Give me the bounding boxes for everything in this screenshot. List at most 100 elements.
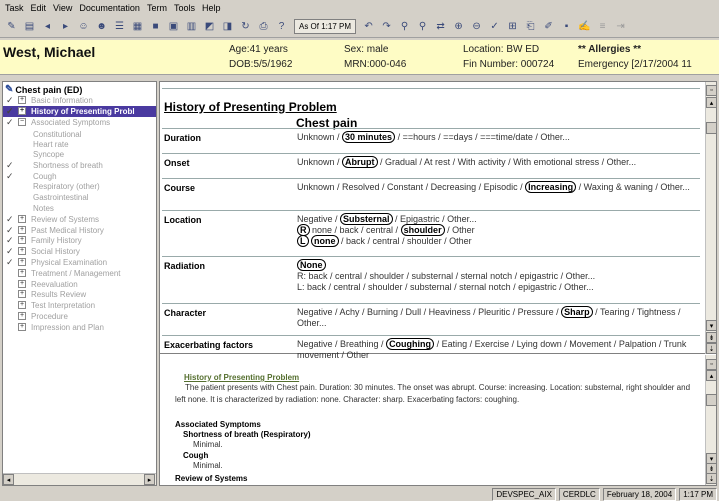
form-row-label: Character [164, 308, 207, 318]
tree-item[interactable]: + Results Review [3, 289, 156, 300]
patient-age: Age:41 years [229, 44, 288, 55]
scroll-right-icon[interactable]: ▸ [144, 474, 155, 485]
menu-edit[interactable]: Edit [28, 3, 51, 13]
form-row-options[interactable]: Unknown / 30 minutes / ==hours / ==days … [297, 131, 695, 143]
print-icon[interactable]: ⎙ [256, 19, 271, 34]
expand-icon[interactable]: + [18, 312, 26, 320]
grid-icon[interactable]: ▦ [130, 19, 145, 34]
zoom-out-icon[interactable]: ⊖ [469, 19, 484, 34]
form-row-options[interactable]: Negative / Achy / Burning / Dull / Heavi… [297, 306, 695, 329]
redo-icon[interactable]: ↷ [379, 19, 394, 34]
preview-page-end-icon[interactable]: ⇣ [706, 473, 716, 484]
person-search-icon[interactable]: ☻ [94, 19, 109, 34]
document-icon[interactable]: ▣ [166, 19, 181, 34]
find-next-icon[interactable]: ⚲ [415, 19, 430, 34]
scroll-left-icon[interactable]: ◂ [3, 474, 14, 485]
form-scroll-down-icon[interactable]: ▾ [706, 320, 716, 331]
find-icon[interactable]: ⚲ [397, 19, 412, 34]
tree-item[interactable]: Respiratory (other) [3, 181, 156, 192]
tree-item[interactable]: + Treatment / Management [3, 268, 156, 279]
expand-icon[interactable]: + [18, 290, 26, 298]
tree-root[interactable]: ✎ Chest pain (ED) [5, 84, 82, 95]
form-scroll-up-icon[interactable]: ▴ [706, 97, 716, 108]
preview-heading[interactable]: History of Presenting Problem [184, 373, 299, 382]
expand-icon[interactable]: + [18, 236, 26, 244]
expand-icon[interactable]: + [18, 258, 26, 266]
tree-item[interactable]: ✓ − Associated Symptoms [3, 117, 156, 128]
form-row-options[interactable]: Unknown / Abrupt / Gradual / At rest / W… [297, 156, 695, 168]
menu-term[interactable]: Term [144, 3, 171, 13]
menu-task[interactable]: Task [2, 3, 28, 13]
preview-options-icon[interactable]: ▫ [706, 359, 716, 370]
back-icon[interactable]: ◂ [40, 19, 55, 34]
help-icon[interactable]: ? [274, 19, 289, 34]
allergies-link[interactable]: ** Allergies ** [578, 44, 641, 55]
form-page-down-icon[interactable]: ⇟ [706, 332, 716, 343]
form-row-options[interactable]: Negative / Substernal / Epigastric / Oth… [297, 213, 695, 247]
menu-help[interactable]: Help [199, 3, 225, 13]
expand-icon[interactable]: + [18, 301, 26, 309]
calendar-icon[interactable]: ▥ [184, 19, 199, 34]
replace-icon[interactable]: ⇄ [433, 19, 448, 34]
menu-tools[interactable]: Tools [171, 3, 199, 13]
spell-check-icon[interactable]: ✓ [487, 19, 502, 34]
form-options-icon[interactable]: ▫ [706, 85, 716, 96]
check-icon: ✓ [6, 95, 14, 105]
numbering-icon[interactable]: ≡ [595, 19, 610, 34]
collapse-icon[interactable]: − [18, 118, 26, 126]
menu-view[interactable]: View [50, 3, 76, 13]
tree-item[interactable]: Syncope [3, 149, 156, 160]
expand-icon[interactable]: + [18, 323, 26, 331]
expand-icon[interactable]: + [18, 96, 26, 104]
preview-scroll-thumb[interactable] [706, 394, 716, 406]
sign-icon[interactable]: ✍ [577, 19, 592, 34]
notes-icon[interactable]: ■ [148, 19, 163, 34]
tree-item-label: Basic Information [31, 96, 93, 105]
tree-item[interactable]: Notes [3, 203, 156, 214]
paste-icon[interactable]: ⎗ [523, 19, 538, 34]
form-row-options[interactable]: None R: back / central / shoulder / subst… [297, 259, 695, 293]
image-icon[interactable]: ◩ [202, 19, 217, 34]
forward-icon[interactable]: ▸ [58, 19, 73, 34]
form-row-options[interactable]: Unknown / Resolved / Constant / Decreasi… [297, 181, 695, 193]
as-of-button[interactable]: As Of 1:17 PM [294, 19, 357, 34]
zoom-in-icon[interactable]: ⊕ [451, 19, 466, 34]
tree-item[interactable]: + Test Interpretation [3, 300, 156, 311]
tree-item[interactable]: ✓ + Social History [3, 246, 156, 257]
list-icon[interactable]: ☰ [112, 19, 127, 34]
expand-icon[interactable]: + [18, 247, 26, 255]
tree-item[interactable]: + Procedure [3, 311, 156, 322]
form-scroll-thumb[interactable] [706, 122, 716, 134]
expand-icon[interactable]: + [18, 107, 26, 115]
chart-tool-icon[interactable]: ◨ [220, 19, 235, 34]
tree-item[interactable]: ✓ + Basic Information [3, 95, 156, 106]
preview-vertical-scrollbar[interactable]: ▫ ▴ ▾ ⇟ ⇣ [705, 355, 716, 485]
patient-dob: DOB:5/5/1962 [229, 59, 293, 70]
tree-item[interactable]: Gastrointestinal [3, 192, 156, 203]
preview-scroll-up-icon[interactable]: ▴ [706, 370, 716, 381]
expand-icon[interactable]: + [18, 226, 26, 234]
form-page-end-icon[interactable]: ⇣ [706, 343, 716, 354]
form-vertical-scrollbar[interactable]: ▫ ▴ ▾ ⇟ ⇣ [705, 82, 716, 354]
tree-horizontal-scrollbar[interactable]: ◂ ▸ [3, 473, 156, 485]
tree-item[interactable]: + Impression and Plan [3, 322, 156, 333]
save-icon[interactable]: ▪ [559, 19, 574, 34]
person-icon[interactable]: ☺ [76, 19, 91, 34]
edit-icon[interactable]: ✐ [541, 19, 556, 34]
expand-icon[interactable]: + [18, 269, 26, 277]
expand-icon[interactable]: + [18, 280, 26, 288]
indent-icon[interactable]: ⇥ [613, 19, 628, 34]
tree-item[interactable]: ✓ + Family History [3, 235, 156, 246]
table-icon[interactable]: ⊞ [505, 19, 520, 34]
undo-icon[interactable]: ↶ [361, 19, 376, 34]
tree-item[interactable]: ✓ + Physical Examination [3, 257, 156, 268]
menu-documentation[interactable]: Documentation [76, 3, 144, 13]
refresh-icon[interactable]: ↻ [238, 19, 253, 34]
tree-item[interactable]: ✓ + Review of Systems [3, 214, 156, 225]
tree-item[interactable]: ✓ + History of Presenting Probl [3, 106, 156, 117]
task-icon[interactable]: ✎ [4, 19, 19, 34]
tree-item[interactable]: ✓ Shortness of breath [3, 160, 156, 171]
form-row: Duration Unknown / 30 minutes / ==hours /… [162, 128, 700, 153]
expand-icon[interactable]: + [18, 215, 26, 223]
chart-icon[interactable]: ▤ [22, 19, 37, 34]
